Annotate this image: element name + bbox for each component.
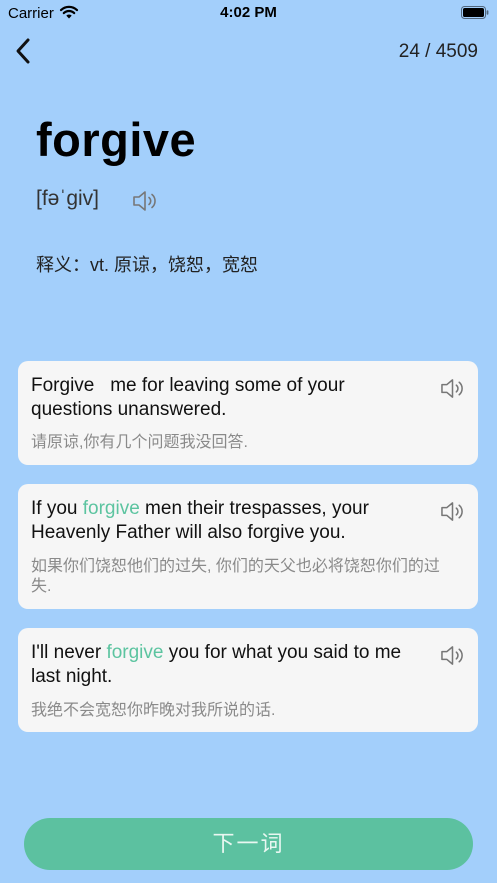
- example-en-highlight: forgive: [82, 498, 140, 519]
- phonetic-text: [fəˈgiv]: [36, 187, 100, 210]
- status-bar: Carrier 4:02 PM: [0, 0, 497, 26]
- example-card: If you forgive men their trespasses, you…: [18, 484, 478, 609]
- speaker-icon[interactable]: [439, 500, 466, 523]
- example-sentence-zh: 如果你们饶恕他们的过失, 你们的天父也必将饶恕你们的过失.: [31, 558, 440, 595]
- example-en-part: I'll never: [31, 642, 107, 663]
- meaning-line: 释义：vt. 原谅，饶恕，宽恕: [36, 251, 258, 277]
- example-sentence-en: I'll never forgive you for what you said…: [31, 641, 426, 689]
- word-counter: 24 / 4509: [398, 41, 478, 62]
- speaker-icon[interactable]: [131, 189, 159, 213]
- status-time: 4:02 PM: [220, 4, 277, 21]
- meaning-label: 释义：: [36, 255, 90, 275]
- example-en-highlight: forgive: [106, 642, 164, 663]
- next-word-button[interactable]: 下一词: [24, 818, 473, 870]
- meaning-text: vt. 原谅，饶恕，宽恕: [90, 255, 259, 275]
- example-sentence-en: If you forgive men their trespasses, you…: [31, 497, 426, 545]
- speaker-icon[interactable]: [439, 377, 466, 400]
- example-card: Forgive me for leaving some of your ques…: [18, 361, 478, 465]
- speaker-icon[interactable]: [439, 644, 466, 667]
- example-sentence-zh: 我绝不会宽恕你昨晚对我所说的话.: [31, 702, 276, 719]
- example-sentence-zh: 请原谅,你有几个问题我没回答.: [31, 434, 248, 451]
- back-chevron-icon[interactable]: [12, 36, 36, 66]
- example-card: I'll never forgive you for what you said…: [18, 628, 478, 732]
- example-en-part: Forgive: [31, 375, 95, 396]
- battery-icon: [461, 6, 489, 19]
- word-title: forgive: [36, 113, 197, 166]
- example-en-part: If you: [31, 498, 83, 519]
- example-sentence-en: Forgive me for leaving some of your ques…: [31, 374, 426, 422]
